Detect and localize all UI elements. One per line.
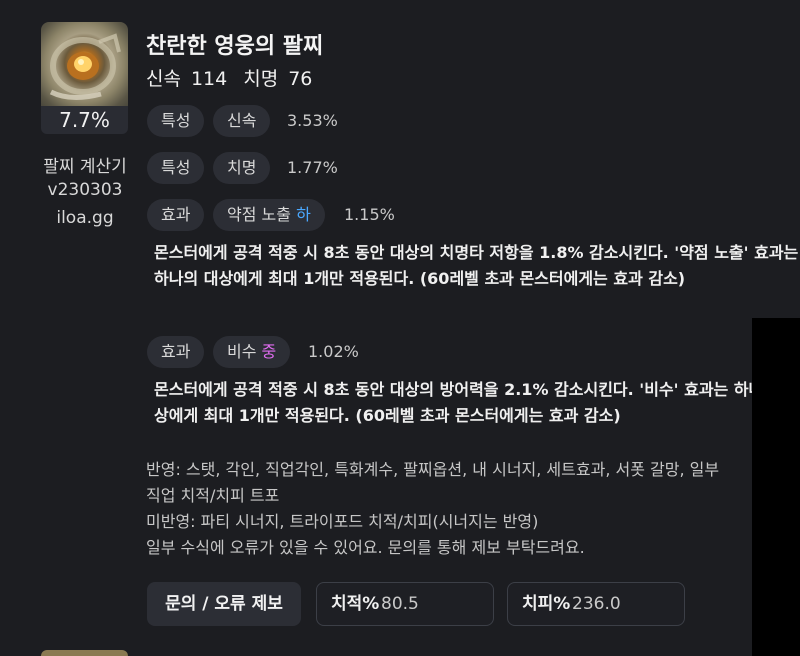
note-line: 반영: 스탯, 각인, 직업각인, 특화계수, 팔찌옵션, 내 시너지, 세트효… <box>146 460 720 479</box>
note-line: 미반영: 파티 시너지, 트라이포드 치적/치피(시너지는 반영) <box>146 512 539 531</box>
item-stats: 신속 114 치명 76 <box>146 64 322 91</box>
redaction-bar <box>752 318 800 656</box>
stat-value: 114 <box>190 68 228 90</box>
item-percent: 7.7% <box>41 106 128 134</box>
option-type-chip: 특성 <box>147 105 205 137</box>
option-name-chip: 신속 <box>213 105 271 137</box>
tool-version: v230303 <box>47 180 123 200</box>
option-description: 몬스터에게 공격 적중 시 8초 동안 대상의 치명타 저항을 1.8% 감소시… <box>154 243 799 288</box>
next-item-thumbnail <box>41 650 128 656</box>
crit-dmg-label: 치피% <box>522 594 571 614</box>
stat-value: 76 <box>288 68 313 90</box>
crit-rate-label: 치적% <box>331 594 380 614</box>
option-description: 몬스터에게 공격 적중 시 8초 동안 대상의 방어력을 2.1% 감소시킨다.… <box>154 380 799 425</box>
note-line: 일부 수식에 오류가 있을 수 있어요. 문의를 통해 제보 부탁드려요. <box>146 538 585 557</box>
option-type-chip: 효과 <box>147 336 205 368</box>
note-line: 직업 치적/치피 트포 <box>146 486 280 505</box>
option-type-chip: 효과 <box>147 199 205 231</box>
crit-dmg-value[interactable]: 236.0 <box>572 583 621 625</box>
option-value: 1.02% <box>308 342 359 361</box>
bracelet-calculator-panel: 7.7% 팔찌 계산기 v230303 iloa.gg 찬란한 영웅의 팔찌 신… <box>0 0 800 656</box>
option-tier-badge: 하 <box>296 205 311 224</box>
crit-dmg-field[interactable]: 치피% 236.0 <box>507 582 685 626</box>
option-tier-badge: 중 <box>261 342 277 361</box>
option-name-chip: 약점 노출 하 <box>213 199 325 231</box>
stat-label: 신속 <box>146 68 181 90</box>
option-value: 1.77% <box>287 158 338 177</box>
crit-rate-value[interactable]: 80.5 <box>381 583 419 625</box>
option-name: 비수 <box>227 342 257 361</box>
item-name: 찬란한 영웅의 팔찌 <box>146 34 324 59</box>
crit-rate-field[interactable]: 치적% 80.5 <box>316 582 494 626</box>
option-name-chip: 치명 <box>213 152 271 184</box>
bracelet-icon <box>41 22 128 113</box>
option-name: 약점 노출 <box>227 205 291 224</box>
site-link[interactable]: iloa.gg <box>0 208 170 228</box>
option-type-chip: 특성 <box>147 152 205 184</box>
option-name-chip: 비수 중 <box>213 336 291 368</box>
stat-label: 치명 <box>243 68 279 90</box>
calculation-notes: 반영: 스탯, 각인, 직업각인, 특화계수, 팔찌옵션, 내 시너지, 세트효… <box>146 457 800 561</box>
report-error-button[interactable]: 문의 / 오류 제보 <box>147 582 301 626</box>
tool-name: 팔찌 계산기 <box>43 157 127 177</box>
option-value: 1.15% <box>344 205 395 224</box>
option-value: 3.53% <box>287 111 338 130</box>
